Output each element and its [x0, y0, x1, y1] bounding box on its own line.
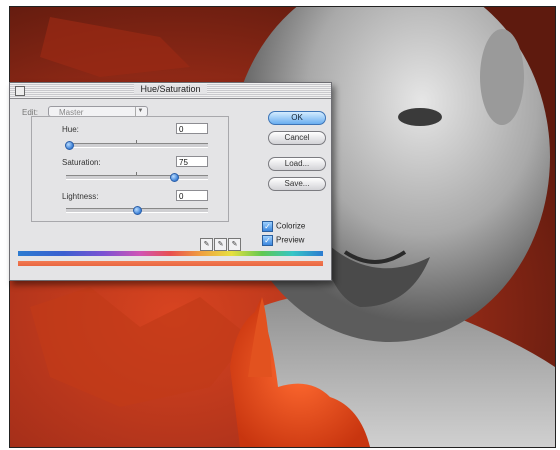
lightness-value-field[interactable]: 0	[176, 190, 208, 201]
man-ear	[480, 29, 524, 125]
eyedropper-tools: ✎ ✎ ✎	[200, 233, 242, 251]
saturation-slider-thumb[interactable]	[170, 173, 179, 182]
cancel-button[interactable]: Cancel	[268, 131, 326, 145]
input-spectrum-bar	[18, 251, 323, 256]
lightness-label: Lightness:	[62, 192, 99, 201]
output-spectrum-bar	[18, 261, 323, 266]
save-button[interactable]: Save...	[268, 177, 326, 191]
ok-button[interactable]: OK	[268, 111, 326, 125]
dialog-titlebar[interactable]: Hue/Saturation	[10, 83, 331, 99]
load-button[interactable]: Load...	[268, 157, 326, 171]
eyedropper-icon[interactable]: ✎	[200, 238, 213, 251]
hue-slider-thumb[interactable]	[65, 141, 74, 150]
hue-label: Hue:	[62, 125, 79, 134]
dialog-title: Hue/Saturation	[10, 84, 331, 94]
eyedropper-plus-icon[interactable]: ✎	[214, 238, 227, 251]
hue-center-tick	[136, 140, 137, 143]
hue-value-field[interactable]: 0	[176, 123, 208, 134]
saturation-value-field[interactable]: 75	[176, 156, 208, 167]
saturation-center-tick	[136, 172, 137, 175]
saturation-slider-track[interactable]	[66, 175, 208, 180]
saturation-label: Saturation:	[62, 158, 101, 167]
preview-label: Preview	[276, 235, 305, 245]
hue-saturation-dialog[interactable]: Hue/Saturation Edit: Master ▼ Hue: 0 Sat…	[9, 82, 332, 281]
eyedropper-minus-icon[interactable]: ✎	[228, 238, 241, 251]
preview-checkbox-row[interactable]: ✓ Preview	[262, 235, 304, 246]
colorize-label: Colorize	[276, 221, 306, 231]
checkmark-icon: ✓	[264, 222, 271, 231]
colorize-checkbox[interactable]: ✓	[262, 221, 273, 232]
colorize-checkbox-row[interactable]: ✓ Colorize	[262, 221, 305, 232]
dialog-title-text: Hue/Saturation	[134, 84, 207, 94]
checkmark-icon: ✓	[264, 236, 271, 245]
hue-slider-track[interactable]	[66, 143, 208, 148]
lightness-slider-thumb[interactable]	[133, 206, 142, 215]
preview-checkbox[interactable]: ✓	[262, 235, 273, 246]
chevron-down-icon: ▼	[135, 107, 145, 116]
man-eye	[398, 108, 442, 126]
